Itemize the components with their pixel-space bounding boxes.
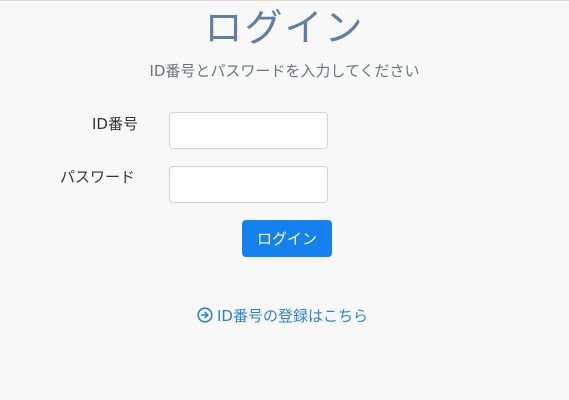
password-label: パスワード — [60, 168, 136, 186]
id-number-label: ID番号 — [92, 115, 138, 133]
password-input[interactable] — [169, 166, 328, 203]
register-link[interactable]: ID番号の登録はこちら — [197, 304, 368, 326]
page-subtitle: ID番号とパスワードを入力してください — [149, 62, 420, 80]
login-page: ログイン ID番号とパスワードを入力してください ID番号 パスワード ログイン… — [0, 0, 569, 400]
arrow-circle-right-icon — [197, 307, 213, 323]
id-number-input[interactable] — [169, 112, 328, 149]
page-title: ログイン — [204, 6, 365, 50]
register-link-label: ID番号の登録はこちら — [217, 306, 368, 325]
login-button[interactable]: ログイン — [242, 220, 332, 257]
